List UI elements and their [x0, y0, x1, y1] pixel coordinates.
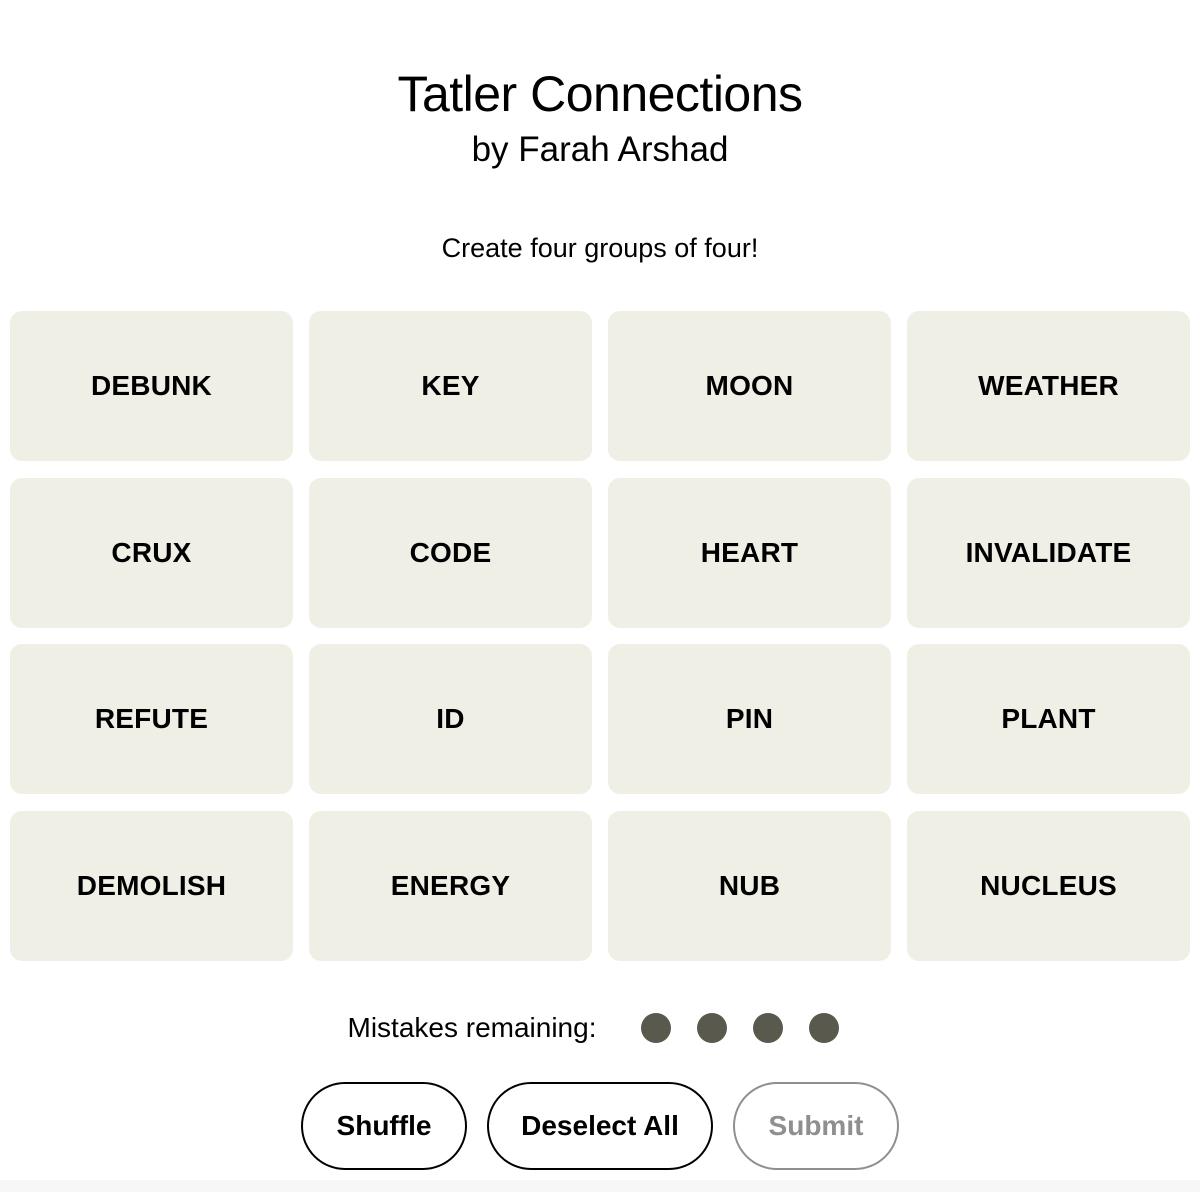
game-title: Tatler Connections	[397, 66, 803, 122]
word-tile[interactable]: NUB	[608, 810, 891, 961]
mistakes-label: Mistakes remaining:	[347, 1012, 597, 1043]
word-tile[interactable]: WEATHER	[907, 311, 1190, 461]
word-tile[interactable]: PIN	[608, 644, 891, 794]
word-tile[interactable]: ID	[309, 644, 592, 794]
page-bottom-edge	[0, 1180, 1200, 1192]
action-buttons: Shuffle Deselect All Submit	[0, 1082, 1200, 1170]
word-tile[interactable]: ENERGY	[309, 810, 592, 961]
mistake-dot	[753, 1013, 784, 1043]
word-tile[interactable]: NUCLEUS	[907, 810, 1190, 961]
word-tile[interactable]: PLANT	[907, 644, 1190, 794]
word-tile[interactable]: INVALIDATE	[907, 477, 1190, 628]
word-tile[interactable]: CRUX	[10, 477, 293, 628]
mistake-dot	[697, 1013, 728, 1043]
submit-button[interactable]: Submit	[733, 1082, 899, 1170]
mistake-dot	[809, 1013, 840, 1043]
mistakes-remaining: Mistakes remaining:	[0, 1006, 1200, 1050]
instructions: Create four groups of four!	[441, 233, 759, 263]
deselect-all-button[interactable]: Deselect All	[487, 1082, 713, 1170]
word-tile[interactable]: DEBUNK	[10, 311, 293, 461]
shuffle-button[interactable]: Shuffle	[301, 1082, 467, 1170]
word-tile[interactable]: KEY	[309, 311, 592, 461]
word-tile[interactable]: MOON	[608, 311, 891, 461]
author-byline: by Farah Arshad	[471, 130, 729, 169]
word-tile[interactable]: HEART	[608, 477, 891, 628]
word-tile[interactable]: CODE	[309, 477, 592, 628]
word-tile[interactable]: DEMOLISH	[10, 810, 293, 961]
mistake-dot	[641, 1013, 672, 1043]
mistake-dots	[628, 1013, 852, 1043]
word-grid: DEBUNK KEY MOON WEATHER CRUX CODE HEART …	[10, 311, 1191, 961]
word-tile[interactable]: REFUTE	[10, 644, 293, 794]
